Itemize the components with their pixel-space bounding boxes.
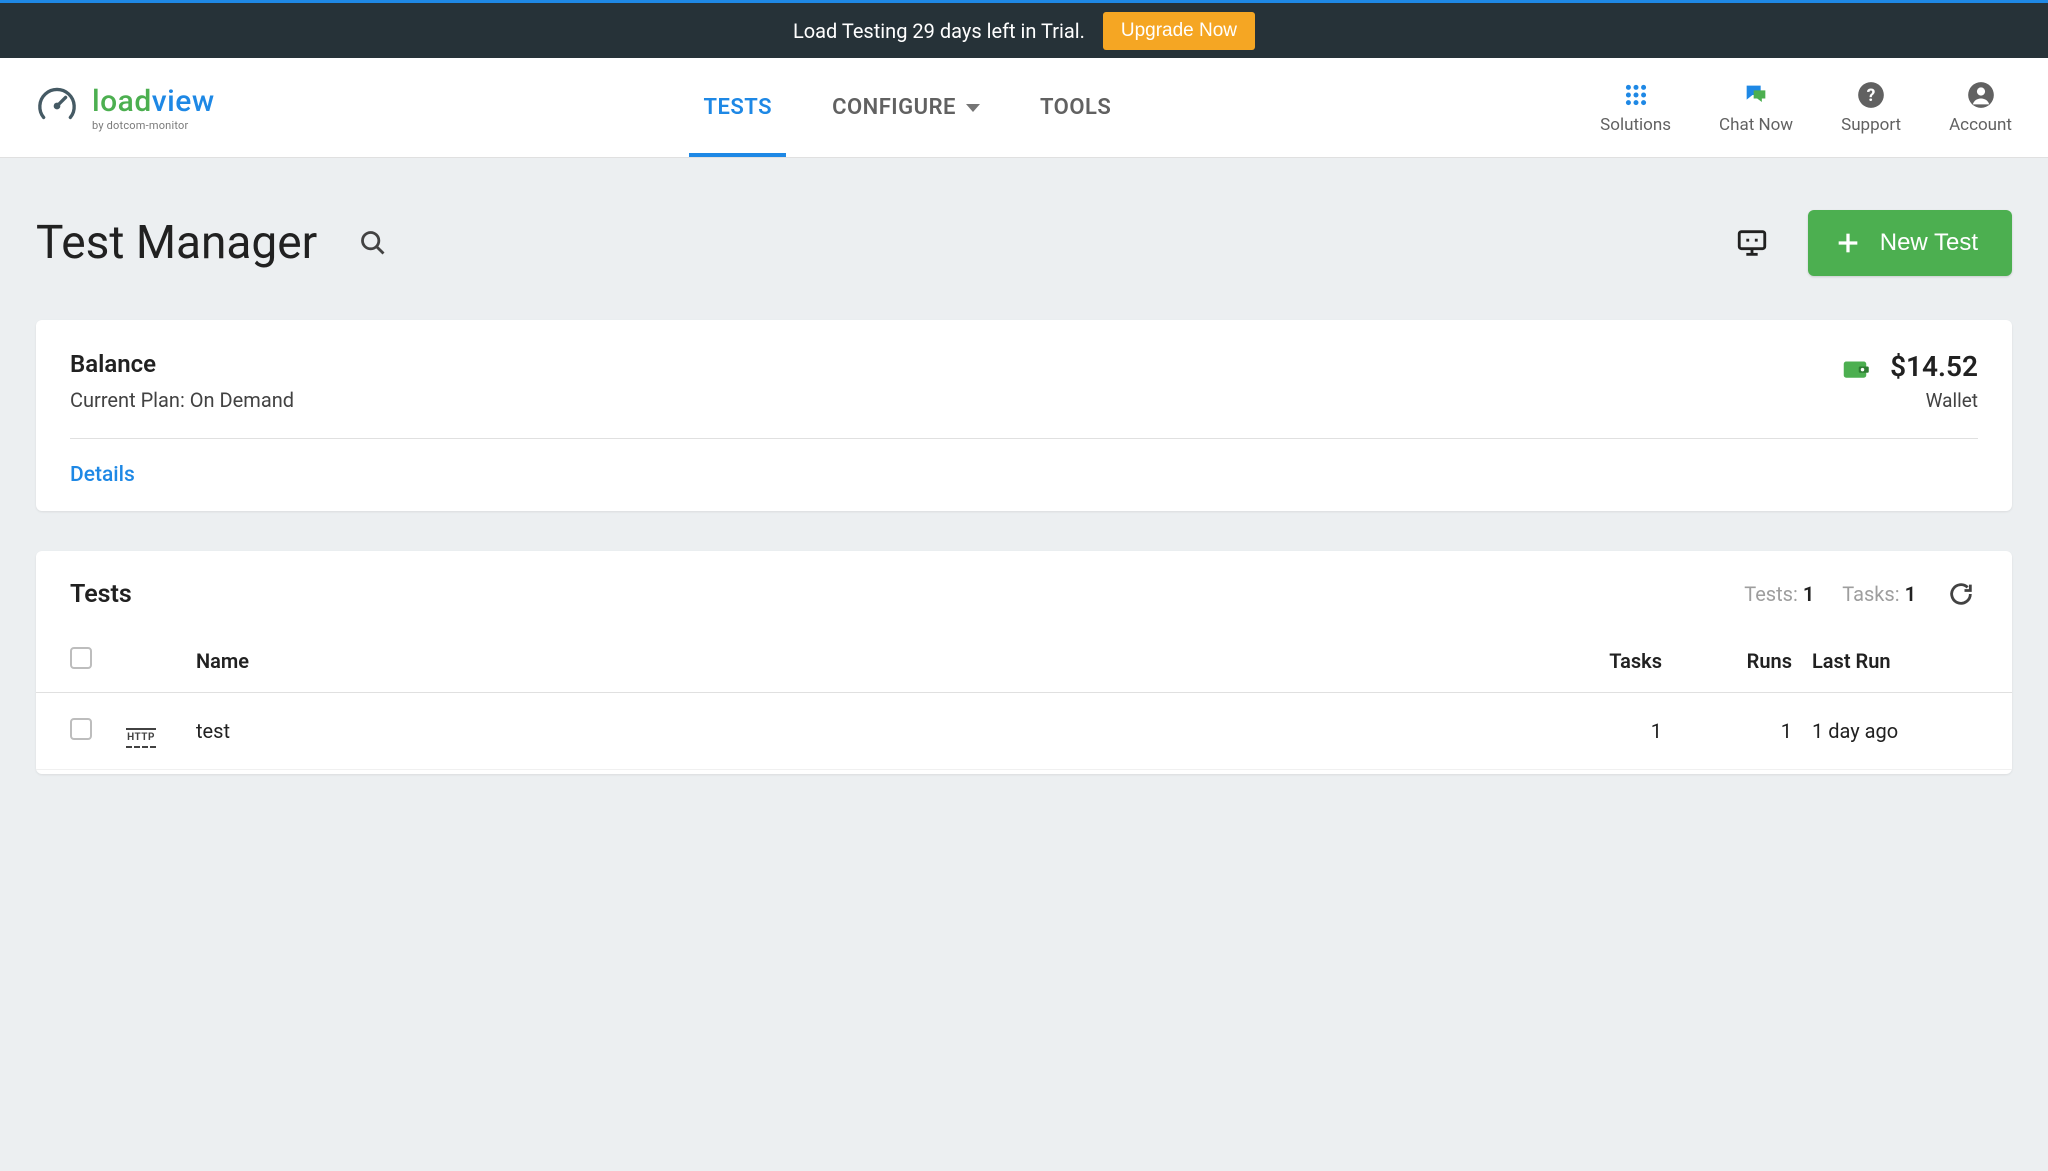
svg-text:?: ? bbox=[1867, 85, 1876, 105]
nav-icon-label: Account bbox=[1949, 115, 2012, 135]
nav-icon-label: Support bbox=[1841, 115, 1901, 135]
plus-icon bbox=[1834, 229, 1862, 257]
wallet-icon bbox=[1840, 354, 1870, 388]
tests-count: Tests: 1 bbox=[1744, 582, 1814, 606]
nav-icon-label: Solutions bbox=[1600, 115, 1671, 135]
nav-tab-label: CONFIGURE bbox=[832, 95, 956, 120]
nav-tab-label: TESTS bbox=[703, 95, 772, 120]
balance-plan-name: On Demand bbox=[190, 388, 294, 412]
nav-tab-label: TOOLS bbox=[1040, 95, 1111, 120]
page-header: Test Manager New Test bbox=[36, 210, 2012, 276]
http-icon: HTTP bbox=[126, 725, 156, 751]
chat-icon bbox=[1742, 81, 1770, 109]
balance-wallet-label: Wallet bbox=[1890, 389, 1978, 412]
refresh-icon bbox=[1947, 580, 1975, 608]
test-runs: 1 bbox=[1672, 693, 1802, 770]
apps-grid-icon bbox=[1622, 81, 1650, 109]
nav-icon-label: Chat Now bbox=[1719, 115, 1793, 135]
column-header-last-run[interactable]: Last Run bbox=[1802, 629, 2012, 693]
main-navbar: loadview by dotcom-monitor TESTS CONFIGU… bbox=[0, 58, 2048, 158]
test-last-run: 1 day ago bbox=[1802, 693, 2012, 770]
balance-title: Balance bbox=[70, 350, 294, 378]
refresh-button[interactable] bbox=[1944, 577, 1978, 611]
new-test-button[interactable]: New Test bbox=[1808, 210, 2012, 276]
device-preview-button[interactable] bbox=[1732, 223, 1772, 263]
balance-plan: Current Plan: On Demand bbox=[70, 388, 294, 412]
nav-tab-tests[interactable]: TESTS bbox=[703, 58, 772, 157]
nav-tab-tools[interactable]: TOOLS bbox=[1040, 58, 1111, 157]
row-checkbox[interactable] bbox=[70, 718, 92, 740]
upgrade-now-button[interactable]: Upgrade Now bbox=[1103, 12, 1255, 50]
column-header-runs[interactable]: Runs bbox=[1672, 629, 1802, 693]
account-icon bbox=[1967, 81, 1995, 109]
nav-tab-configure[interactable]: CONFIGURE bbox=[832, 58, 980, 157]
trial-banner: Load Testing 29 days left in Trial. Upgr… bbox=[0, 0, 2048, 58]
trial-banner-text: Load Testing 29 days left in Trial. bbox=[793, 19, 1085, 43]
nav-solutions[interactable]: Solutions bbox=[1600, 81, 1671, 135]
balance-card: Balance Current Plan: On Demand $14.52 W… bbox=[36, 320, 2012, 511]
help-icon: ? bbox=[1857, 81, 1885, 109]
balance-details-link[interactable]: Details bbox=[70, 463, 135, 487]
nav-support[interactable]: ? Support bbox=[1841, 81, 1901, 135]
caret-down-icon bbox=[966, 104, 980, 112]
gauge-icon bbox=[36, 85, 78, 131]
logo[interactable]: loadview by dotcom-monitor bbox=[36, 84, 215, 132]
logo-wordmark: loadview bbox=[92, 84, 215, 119]
select-all-checkbox[interactable] bbox=[70, 647, 92, 669]
page-title: Test Manager bbox=[36, 216, 317, 270]
new-test-label: New Test bbox=[1880, 229, 1978, 257]
tests-card: Tests Tests: 1 Tasks: 1 Name Task bbox=[36, 551, 2012, 774]
column-header-name[interactable]: Name bbox=[186, 629, 1542, 693]
table-row[interactable]: HTTP test 1 1 1 day ago bbox=[36, 693, 2012, 770]
balance-plan-prefix: Current Plan: bbox=[70, 388, 190, 412]
search-icon bbox=[359, 229, 387, 257]
test-tasks: 1 bbox=[1542, 693, 1672, 770]
tasks-count: Tasks: 1 bbox=[1842, 582, 1916, 606]
logo-subtext: by dotcom-monitor bbox=[92, 119, 215, 132]
nav-account[interactable]: Account bbox=[1949, 81, 2012, 135]
tests-title: Tests bbox=[70, 580, 1716, 609]
tests-table: Name Tasks Runs Last Run HTTP bbox=[36, 629, 2012, 770]
search-button[interactable] bbox=[353, 223, 393, 263]
monitor-icon bbox=[1735, 226, 1769, 260]
nav-chat[interactable]: Chat Now bbox=[1719, 81, 1793, 135]
column-header-tasks[interactable]: Tasks bbox=[1542, 629, 1672, 693]
balance-amount: $14.52 bbox=[1890, 350, 1978, 383]
test-name: test bbox=[186, 693, 1542, 770]
